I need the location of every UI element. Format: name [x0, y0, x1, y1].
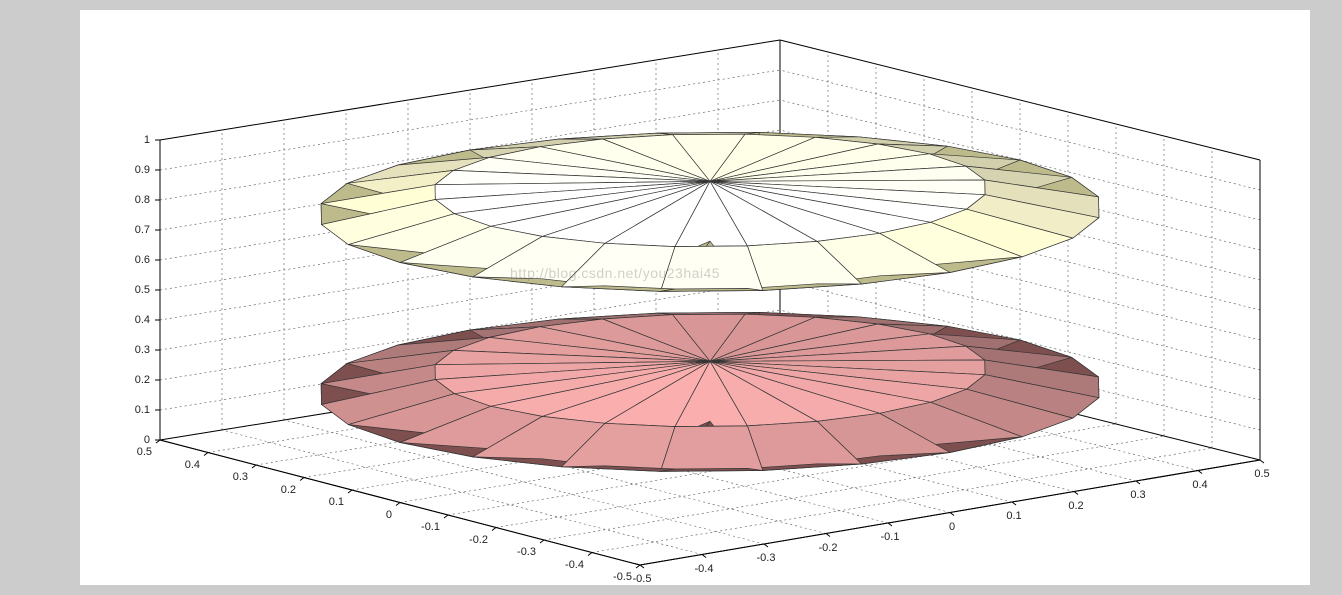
chart-3d-surface [80, 10, 1310, 585]
plot-area[interactable]: 00.10.20.30.40.50.60.70.80.910.50.40.30.… [80, 10, 1310, 585]
